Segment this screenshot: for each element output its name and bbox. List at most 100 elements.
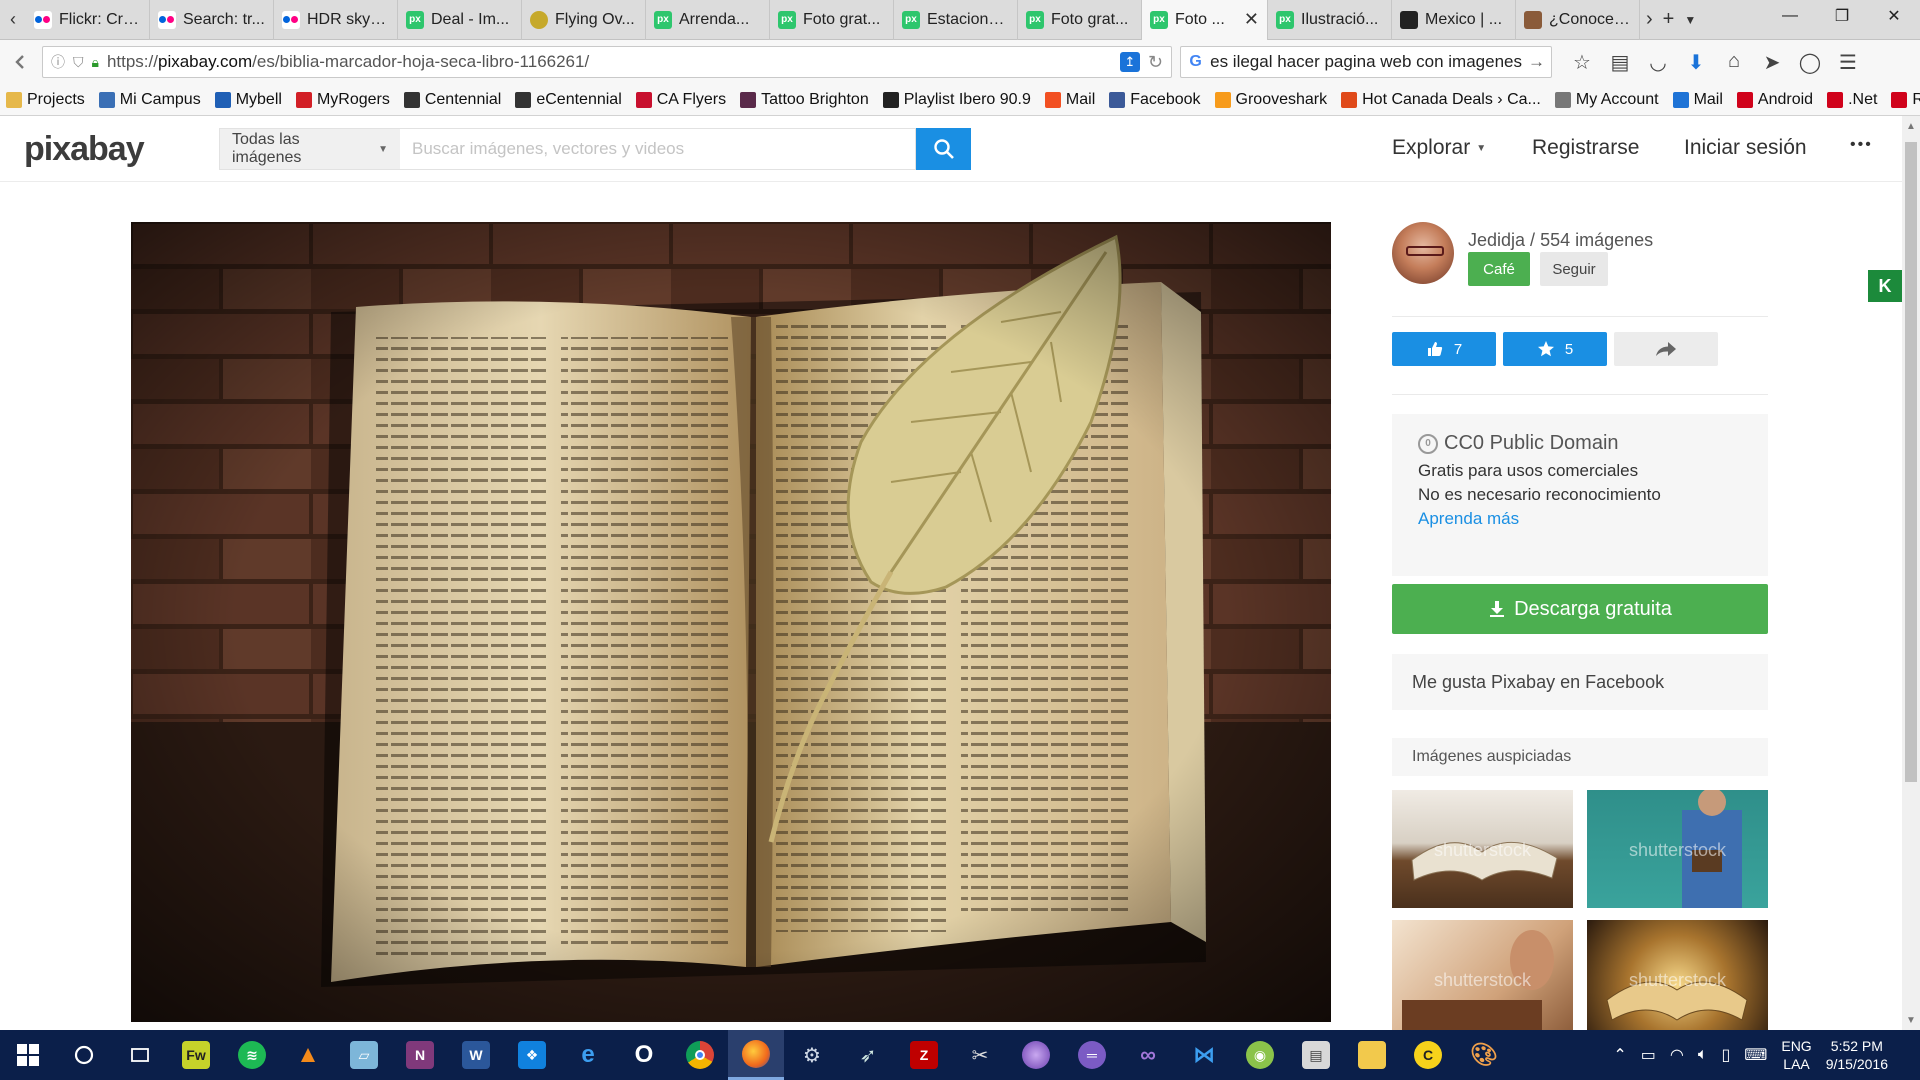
bookmark-item[interactable]: Android — [1736, 91, 1813, 109]
browser-tab[interactable]: HDR skyli... — [274, 0, 398, 40]
reading-list-icon[interactable]: ▤ — [1608, 50, 1632, 75]
chat-icon[interactable]: ◯ — [1798, 50, 1822, 75]
taskbar-app-visual-studio[interactable]: ∞ — [1120, 1030, 1176, 1080]
site-search-input[interactable] — [400, 128, 916, 170]
close-window-icon[interactable]: ✕ — [1868, 0, 1920, 32]
bookmark-item[interactable]: Facebook — [1109, 91, 1201, 109]
author-avatar[interactable] — [1392, 222, 1454, 284]
author-name[interactable]: Jedidja — [1468, 230, 1525, 250]
browser-tab[interactable]: Mexico | ... — [1392, 0, 1516, 40]
browser-tab[interactable]: px Deal - Im... — [398, 0, 522, 40]
taskbar-app-spotify[interactable]: ≋ — [224, 1030, 280, 1080]
bookmark-item[interactable]: CA Flyers — [635, 91, 726, 109]
sponsored-thumb[interactable]: shutterstock — [1392, 790, 1573, 908]
task-view-button[interactable] — [112, 1030, 168, 1080]
taskbar-app-explorer[interactable] — [1344, 1030, 1400, 1080]
taskbar-app-vlc[interactable]: ▲ — [280, 1030, 336, 1080]
new-tab-icon[interactable]: + — [1663, 8, 1675, 31]
taskbar-app-paper[interactable]: ▱ — [336, 1030, 392, 1080]
taskbar-app-edge[interactable]: e — [560, 1030, 616, 1080]
bookmark-item[interactable]: Centennial — [403, 91, 501, 109]
cafe-button[interactable]: Café — [1468, 252, 1530, 286]
sponsored-thumb[interactable]: shutterstock — [1587, 920, 1768, 1038]
pixabay-logo[interactable]: pixabay — [24, 130, 145, 169]
bookmark-item[interactable]: Projects — [6, 91, 85, 109]
taskbar-app-paint[interactable]: 🎨︎ — [1456, 1030, 1512, 1080]
search-category-dropdown[interactable]: Todas las imágenes ▼ — [219, 128, 400, 170]
browser-tab[interactable]: px Arrenda... — [646, 0, 770, 40]
back-button[interactable] — [8, 49, 34, 75]
learn-more-link[interactable]: Aprenda más — [1418, 509, 1742, 529]
start-button[interactable] — [0, 1030, 56, 1080]
clock[interactable]: 5:52 PM 9/15/2016 — [1826, 1037, 1888, 1073]
close-tab-icon[interactable]: ✕ — [1244, 9, 1259, 30]
tab-scroll-left-icon[interactable]: ‹ — [0, 0, 26, 40]
free-download-button[interactable]: Descarga gratuita — [1392, 584, 1768, 634]
pocket-icon[interactable]: ◡ — [1646, 50, 1670, 75]
search-bar-text[interactable]: es ilegal hacer pagina web con imagenes — [1210, 52, 1522, 72]
taskbar-app-document[interactable]: ▤ — [1288, 1030, 1344, 1080]
main-photo[interactable] — [131, 222, 1331, 1022]
share-button[interactable] — [1614, 332, 1718, 366]
site-search-button[interactable] — [916, 128, 971, 170]
page-scrollbar[interactable]: ▲ ▼ — [1902, 116, 1920, 1030]
browser-tab[interactable]: ¿Conoces... — [1516, 0, 1640, 40]
cortana-search-button[interactable] — [56, 1030, 112, 1080]
sponsored-thumb[interactable]: shutterstock — [1587, 790, 1768, 908]
taskbar-app-dropbox[interactable]: ❖ — [504, 1030, 560, 1080]
show-hidden-icons-icon[interactable]: ⌃ — [1613, 1045, 1626, 1065]
bookmark-item[interactable]: RedFlagDeals — [1891, 91, 1920, 109]
favorite-button[interactable]: 5 — [1503, 332, 1607, 366]
facebook-like-box[interactable]: Me gusta Pixabay en Facebook — [1392, 654, 1768, 710]
register-link[interactable]: Registrarse — [1532, 136, 1639, 160]
bookmark-item[interactable]: My Account — [1554, 91, 1659, 109]
login-link[interactable]: Iniciar sesión — [1684, 136, 1807, 160]
home-icon[interactable]: ⌂ — [1722, 50, 1746, 75]
taskbar-app-tool[interactable]: ✂ — [952, 1030, 1008, 1080]
browser-tab[interactable]: px Ilustració... — [1268, 0, 1392, 40]
send-icon[interactable]: ➤ — [1760, 50, 1784, 75]
search-go-icon[interactable]: → — [1528, 52, 1545, 72]
taskbar-app-android-studio[interactable]: ◉ — [1232, 1030, 1288, 1080]
browser-tab[interactable]: px Foto grat... — [770, 0, 894, 40]
bookmark-item[interactable]: eCentennial — [515, 91, 622, 109]
url-text[interactable]: https://pixabay.com/es/biblia-marcador-h… — [107, 52, 1112, 72]
browser-tab[interactable]: px Foto ... ✕ — [1142, 0, 1268, 40]
taskbar-app-word[interactable]: W — [448, 1030, 504, 1080]
taskbar-app-yellow[interactable]: C — [1400, 1030, 1456, 1080]
browser-tab[interactable]: Flickr: Cre... — [26, 0, 150, 40]
taskbar-app-steam[interactable]: ⚙ — [784, 1030, 840, 1080]
info-icon[interactable]: ⓘ — [51, 52, 65, 72]
bookmark-item[interactable]: Mybell — [214, 91, 282, 109]
explore-menu[interactable]: Explorar ▼ — [1392, 136, 1486, 160]
taskbar-app-orb[interactable] — [1008, 1030, 1064, 1080]
bookmark-item[interactable]: Hot Canada Deals › Ca... — [1341, 91, 1541, 109]
follow-button[interactable]: Seguir — [1540, 252, 1608, 286]
tracking-shield-icon[interactable]: ⛉ — [73, 54, 84, 71]
tab-scroll-right-icon[interactable]: › — [1646, 8, 1653, 31]
bookmark-item[interactable]: .Net — [1827, 91, 1877, 109]
taskbar-app-fireworks[interactable]: Fw — [168, 1030, 224, 1080]
bookmark-item[interactable]: Tattoo Brighton — [740, 91, 869, 109]
battery-icon[interactable]: ▭ — [1641, 1045, 1656, 1065]
restore-icon[interactable]: ❐ — [1816, 0, 1868, 32]
addon-badge-icon[interactable]: ↥ — [1119, 52, 1140, 72]
bookmark-item[interactable]: MyRogers — [295, 91, 390, 109]
more-menu-icon[interactable]: ••• — [1850, 136, 1873, 154]
taskbar-app-chrome[interactable] — [672, 1030, 728, 1080]
taskbar-app-vscode[interactable]: ⋈ — [1176, 1030, 1232, 1080]
bookmark-item[interactable]: Grooveshark — [1214, 91, 1327, 109]
author-image-count[interactable]: 554 imágenes — [1540, 230, 1653, 250]
search-bar[interactable]: G es ilegal hacer pagina web con imagene… — [1180, 46, 1552, 78]
lock-icon[interactable]: 🔒︎ — [92, 54, 99, 71]
bookmark-item[interactable]: Mi Campus — [98, 91, 201, 109]
taskbar-app-filezilla[interactable]: Z — [896, 1030, 952, 1080]
taskbar-app-purple[interactable]: ═ — [1064, 1030, 1120, 1080]
volume-icon[interactable]: 🔈︎ — [1698, 1046, 1708, 1064]
reload-icon[interactable]: ↻ — [1148, 52, 1163, 73]
wifi-icon[interactable]: ◠ — [1670, 1045, 1684, 1065]
scroll-up-icon[interactable]: ▲ — [1902, 116, 1920, 136]
taskbar-app-fish[interactable]: ➶ — [840, 1030, 896, 1080]
tab-list-dropdown-icon[interactable]: ▼ — [1684, 13, 1696, 27]
downloads-icon[interactable]: ⬇ — [1684, 50, 1708, 75]
